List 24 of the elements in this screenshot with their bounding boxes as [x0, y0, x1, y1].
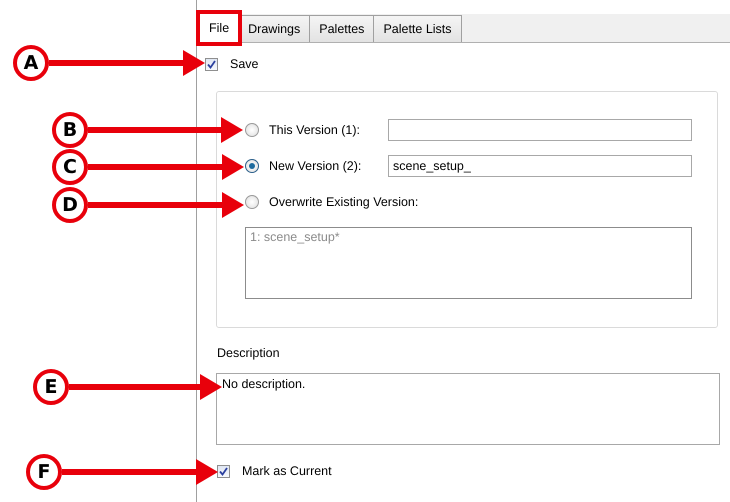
- checkbox-label: Mark as Current: [242, 464, 332, 478]
- callout-badge: F: [26, 454, 62, 490]
- callout-badge: B: [52, 112, 88, 148]
- input-field[interactable]: [388, 119, 692, 141]
- callout-badge: A: [13, 45, 49, 81]
- callout-badge: C: [52, 149, 88, 185]
- description-label: Description: [217, 346, 281, 360]
- input-field[interactable]: scene_setup_: [388, 155, 692, 177]
- checkbox[interactable]: [217, 464, 230, 478]
- radio-button[interactable]: [245, 159, 259, 173]
- radio-button[interactable]: [245, 123, 259, 137]
- tab[interactable]: Palettes: [309, 15, 374, 42]
- callout-badge: D: [52, 187, 88, 223]
- radio-label: This Version (1):: [269, 123, 362, 137]
- callout-badge: E: [33, 369, 69, 405]
- checkbox[interactable]: [205, 58, 218, 70]
- radio-label: New Version (2):: [269, 159, 362, 173]
- checkbox-label: Save: [230, 57, 258, 71]
- tab[interactable]: Palette Lists: [373, 15, 462, 42]
- tab[interactable]: File: [199, 13, 240, 43]
- radio-label: Overwrite Existing Version:: [269, 195, 418, 209]
- radio-button[interactable]: [245, 195, 259, 209]
- description-field[interactable]: No description.: [216, 373, 720, 445]
- description-text: No description.: [222, 377, 306, 391]
